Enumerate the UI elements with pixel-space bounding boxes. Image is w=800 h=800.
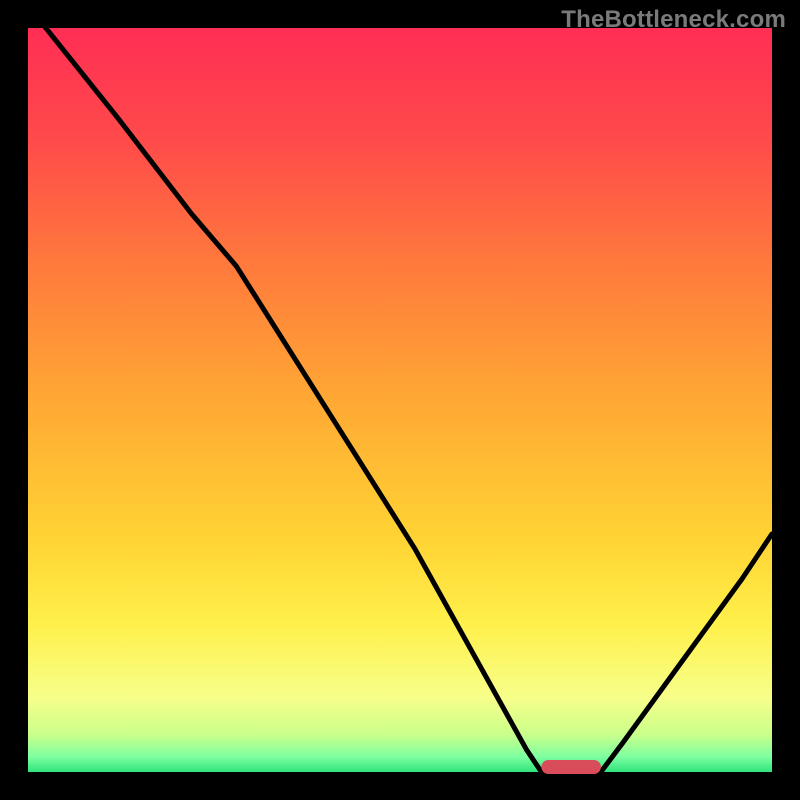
watermark-text: TheBottleneck.com (561, 6, 786, 34)
chart-stage: TheBottleneck.com (0, 0, 800, 800)
bottleneck-chart (0, 0, 800, 800)
heat-gradient (28, 28, 772, 772)
sweet-spot-marker (541, 760, 601, 774)
